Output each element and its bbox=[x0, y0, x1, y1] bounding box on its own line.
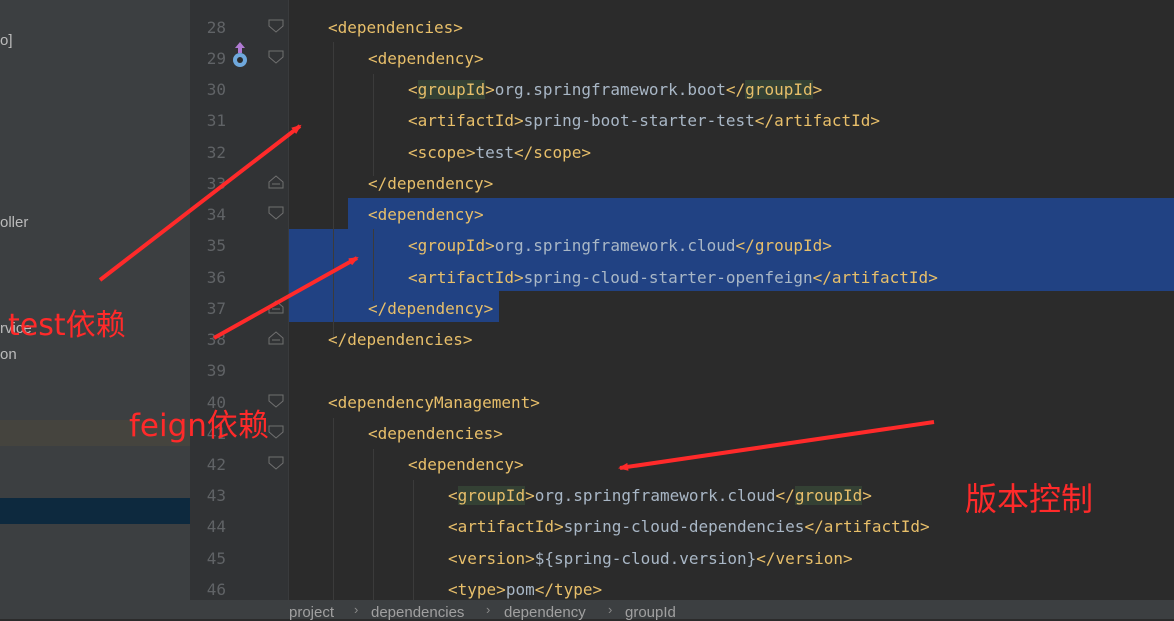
code-line[interactable]: </dependency> bbox=[368, 293, 493, 324]
code-line[interactable]: </dependency> bbox=[368, 168, 493, 199]
code-line[interactable]: <dependency> bbox=[368, 43, 484, 74]
line-number: 44 bbox=[206, 517, 226, 536]
annotation-feign-label: feign依赖 bbox=[129, 408, 269, 444]
indent-guide bbox=[333, 418, 334, 600]
code-line[interactable]: <artifactId>spring-boot-starter-test</ar… bbox=[408, 105, 880, 136]
tree-row-selected[interactable] bbox=[0, 498, 190, 524]
indent-guide bbox=[373, 229, 374, 301]
line-number: 36 bbox=[206, 268, 226, 287]
code-line[interactable]: <artifactId>spring-cloud-dependencies</a… bbox=[448, 511, 930, 542]
indent-guide bbox=[333, 42, 334, 342]
indent-guide bbox=[373, 449, 374, 600]
line-number: 30 bbox=[206, 80, 226, 99]
code-line[interactable]: <dependency> bbox=[408, 449, 524, 480]
line-number: 32 bbox=[206, 143, 226, 162]
fold-open-icon[interactable] bbox=[268, 50, 284, 64]
code-line[interactable]: <groupId>org.springframework.cloud</grou… bbox=[448, 480, 872, 511]
breadcrumb-item[interactable]: dependencies bbox=[371, 604, 464, 621]
line-number: 38 bbox=[206, 330, 226, 349]
code-line[interactable]: <dependencies> bbox=[368, 418, 503, 449]
indent-guide bbox=[413, 480, 414, 600]
indent-guide bbox=[373, 74, 374, 176]
line-number: 31 bbox=[206, 111, 226, 130]
line-number: 42 bbox=[206, 455, 226, 474]
line-number: 35 bbox=[206, 236, 226, 255]
line-number: 28 bbox=[206, 18, 226, 37]
breadcrumb: project › dependencies › dependency › gr… bbox=[190, 600, 1174, 621]
line-number: 43 bbox=[206, 486, 226, 505]
line-number: 33 bbox=[206, 174, 226, 193]
fold-open-icon[interactable] bbox=[268, 425, 284, 439]
fold-close-icon[interactable] bbox=[268, 300, 284, 314]
tree-item[interactable]: oller bbox=[0, 214, 28, 231]
breadcrumb-item[interactable]: groupId bbox=[625, 604, 676, 621]
breadcrumb-separator-icon: › bbox=[608, 602, 613, 617]
tree-item[interactable]: on bbox=[0, 346, 17, 363]
breadcrumb-item[interactable]: dependency bbox=[504, 604, 586, 621]
line-number: 45 bbox=[206, 549, 226, 568]
fold-close-icon[interactable] bbox=[268, 175, 284, 189]
tree-item[interactable]: o] bbox=[0, 32, 13, 49]
code-line[interactable]: <dependencies> bbox=[328, 12, 463, 43]
fold-open-icon[interactable] bbox=[268, 19, 284, 33]
code-line[interactable]: <groupId>org.springframework.cloud</grou… bbox=[408, 230, 832, 261]
code-line[interactable]: <dependencyManagement> bbox=[328, 387, 540, 418]
code-line[interactable]: <groupId>org.springframework.boot</group… bbox=[408, 74, 822, 105]
annotation-version-label: 版本控制 bbox=[965, 480, 1094, 518]
fold-open-icon[interactable] bbox=[268, 394, 284, 408]
line-number: 39 bbox=[206, 361, 226, 380]
breadcrumb-separator-icon: › bbox=[354, 602, 359, 617]
fold-open-icon[interactable] bbox=[268, 456, 284, 470]
code-line[interactable]: <scope>test</scope> bbox=[408, 137, 591, 168]
override-marker-icon[interactable] bbox=[231, 41, 249, 69]
code-line[interactable]: <version>${spring-cloud.version}</versio… bbox=[448, 543, 853, 574]
breadcrumb-item[interactable]: project bbox=[289, 604, 334, 621]
fold-close-icon[interactable] bbox=[268, 331, 284, 345]
line-number: 29 bbox=[206, 49, 226, 68]
code-line[interactable]: <artifactId>spring-cloud-starter-openfei… bbox=[408, 262, 938, 293]
line-number: 37 bbox=[206, 299, 226, 318]
code-line[interactable]: </dependencies> bbox=[328, 324, 473, 355]
fold-open-icon[interactable] bbox=[268, 206, 284, 220]
code-line[interactable]: <dependency> bbox=[368, 199, 484, 230]
breadcrumb-separator-icon: › bbox=[486, 602, 491, 617]
annotation-test-label: test依赖 bbox=[8, 308, 126, 343]
line-number: 34 bbox=[206, 205, 226, 224]
